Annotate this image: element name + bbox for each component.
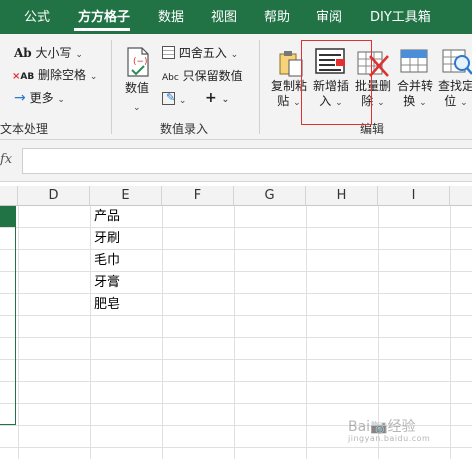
group-divider [259,40,260,134]
chevron-down-icon: ⌄ [293,98,301,108]
cell-e1[interactable]: 产品 [90,206,120,228]
active-tab-indicator [74,28,130,31]
keep-numbers-button[interactable]: Abc 只保留数值 [162,68,243,86]
find-locate-button[interactable]: 查找定 位 ⌄ [436,79,472,111]
chevron-down-icon: ⌄ [460,98,468,108]
edit-icon-button[interactable]: ✎ ⌄ [162,91,186,109]
tab-data[interactable]: 数据 [158,8,184,28]
column-header-h[interactable]: H [306,186,378,206]
formula-input[interactable] [22,148,472,174]
watermark: Bai📷经验 jingyan.baidu.com [348,419,431,443]
arrow-right-icon: → [14,90,26,106]
find-locate-icon [441,46,472,79]
chevron-down-icon: ⌄ [89,72,98,82]
column-header-d[interactable]: D [18,186,90,206]
chevron-down-icon: ⌄ [419,98,427,108]
tab-fangfang-gezi[interactable]: 方方格子 [78,8,130,28]
column-header-e[interactable]: E [90,186,162,206]
column-header-j[interactable] [450,186,472,206]
cell-e4[interactable]: 牙膏 [90,272,120,294]
chevron-down-icon: ⌄ [377,98,385,108]
cell-e2[interactable]: 牙刷 [90,228,120,250]
formula-bar: fx [0,140,472,182]
ribbon-tab-bar: 公式 方方格子 数据 视图 帮助 审阅 DIY工具箱 [0,0,472,34]
column-headers: D E F G H I [0,186,472,206]
merge-convert-icon [398,46,430,79]
column-header-i[interactable]: I [378,186,450,206]
cell-e5[interactable]: 肥皂 [90,294,120,316]
rounding-button[interactable]: 四舍五入 ⌄ [162,45,238,63]
group-divider [111,40,112,134]
plus-icon: + [205,90,217,106]
merge-convert-button[interactable]: 合并转 换 ⌄ [395,79,435,111]
chevron-down-icon[interactable]: ⌄ [133,98,141,116]
chevron-down-icon: ⌄ [75,50,83,60]
keep-numbers-icon: Abc [162,73,179,83]
chevron-down-icon: ⌄ [221,95,230,105]
case-button[interactable]: Ab 大小写 ⌄ [14,45,83,63]
insert-button-highlight [301,40,372,125]
column-header-f[interactable]: F [162,186,234,206]
delete-spaces-button[interactable]: ×AB 删除空格 ⌄ [12,67,97,85]
column-header-g[interactable]: G [234,186,306,206]
selection-border [0,206,16,425]
ribbon: Ab 大小写 ⌄ ×AB 删除空格 ⌄ → 更多 ⌄ 文本处理 (−) 数值 ⌄… [0,34,472,140]
tab-help[interactable]: 帮助 [264,8,290,28]
tab-view[interactable]: 视图 [211,8,237,28]
group-label-number: 数值录入 [160,122,209,136]
chevron-down-icon: ⌄ [178,96,187,106]
tab-formulas[interactable]: 公式 [24,8,50,28]
delete-spaces-icon: ×AB [12,71,35,82]
add-button[interactable]: + ⌄ [205,90,229,108]
group-label-text: 文本处理 [0,122,49,136]
svg-text:(−): (−) [133,57,148,67]
tab-diy-toolbox[interactable]: DIY工具箱 [370,8,431,28]
rounding-icon [162,46,175,59]
fx-icon[interactable]: fx [0,152,12,167]
number-value-button[interactable]: 数值 [125,80,149,96]
chevron-down-icon: ⌄ [230,50,239,60]
ab-case-icon: Ab [14,46,32,60]
cell-e3[interactable]: 毛巾 [90,250,120,272]
edit-pencil-icon: ✎ [162,91,175,105]
more-button[interactable]: → 更多 ⌄ [14,90,65,108]
chevron-down-icon: ⌄ [57,95,65,105]
number-value-icon: (−) [125,46,151,81]
tab-review[interactable]: 审阅 [316,8,342,28]
column-header-partial[interactable] [0,186,18,206]
